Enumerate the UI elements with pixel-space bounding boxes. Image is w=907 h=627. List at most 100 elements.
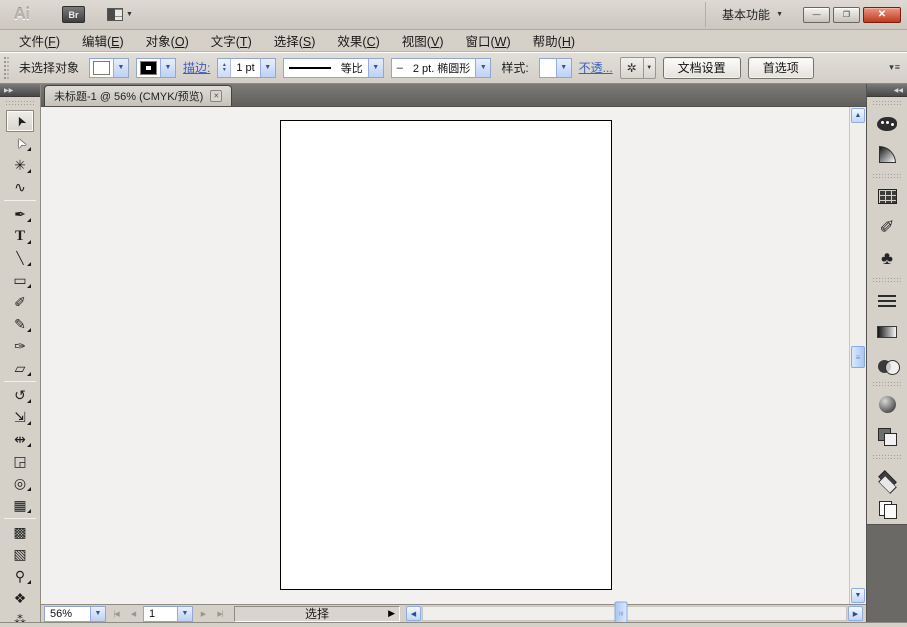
close-tab-icon[interactable]: ✕ (210, 90, 222, 102)
arrange-documents-button[interactable]: ▼ (107, 8, 133, 21)
panel-button-color-guide[interactable] (870, 139, 904, 170)
panel-button-layers[interactable] (870, 462, 904, 493)
magic-wand-tool[interactable]: ✳ (6, 154, 34, 176)
scale-tool-icon: ⇲ (14, 410, 26, 424)
select-similar-button[interactable]: ✲ ▼ (620, 57, 656, 79)
shape-builder-tool[interactable]: ◎ (6, 472, 34, 494)
control-bar-grip[interactable] (4, 57, 9, 79)
brush-definition-dropdown[interactable]: – 2 pt. 椭圆形 ▼ (391, 58, 492, 78)
horizontal-scrollbar-track[interactable]: ≡ (422, 606, 847, 621)
vertical-scrollbar[interactable]: ▲ ≡ ▼ (849, 107, 866, 604)
menu-item-s[interactable]: 选择(S) (263, 29, 327, 52)
free-transform-tool[interactable]: ◲ (6, 450, 34, 472)
status-menu-arrow-icon[interactable]: ▶ (388, 608, 395, 619)
fill-color-dropdown[interactable]: ▼ (89, 58, 129, 78)
stroke-weight-combo[interactable]: ▲ ▼ 1 pt ▼ (217, 58, 275, 78)
blob-brush-tool[interactable]: ✑ (6, 335, 34, 357)
scroll-down-icon[interactable]: ▼ (851, 588, 865, 603)
line-segment-tool[interactable]: ╲ (6, 247, 34, 269)
menu-item-c[interactable]: 效果(C) (326, 29, 390, 52)
stroke-panel-link[interactable]: 描边: (183, 59, 210, 76)
symbol-sprayer-tool[interactable]: ⁂ (6, 609, 34, 622)
type-tool[interactable]: T (6, 225, 34, 247)
lasso-tool[interactable]: ∿ (6, 176, 34, 198)
vertical-scrollbar-thumb[interactable]: ≡ (851, 346, 865, 368)
control-panel-menu-icon[interactable]: ▾≡ (889, 62, 903, 73)
stroke-weight-stepper[interactable]: ▲ ▼ (218, 59, 231, 77)
status-display: 选择 ▶ (234, 606, 400, 622)
chevron-down-icon: ▼ (368, 59, 383, 77)
type-tool-icon: T (15, 229, 25, 244)
menu-item-f[interactable]: 文件(F) (8, 29, 71, 52)
panel-button-artboards[interactable] (870, 493, 904, 524)
brushes-icon: ✐ (879, 217, 894, 238)
scroll-left-icon[interactable]: ◀ (406, 606, 421, 621)
tools-panel-grip[interactable] (5, 100, 35, 105)
artboard[interactable] (280, 120, 612, 590)
scroll-up-icon[interactable]: ▲ (851, 108, 865, 123)
select-similar-options-arrow[interactable]: ▼ (643, 58, 655, 78)
dock-header[interactable]: ◀◀ (867, 84, 907, 97)
rotate-tool[interactable]: ↺ (6, 384, 34, 406)
pencil-tool[interactable]: ✎ (6, 313, 34, 335)
minimize-button[interactable]: — (803, 7, 830, 23)
horizontal-scrollbar[interactable]: ◀ ≡ ▶ (406, 606, 863, 622)
menu-item-w[interactable]: 窗口(W) (454, 29, 521, 52)
style-dropdown[interactable]: ▼ (539, 58, 572, 78)
scale-tool[interactable]: ⇲ (6, 406, 34, 428)
rectangle-tool[interactable]: ▭ (6, 269, 34, 291)
width-tool[interactable]: ⇹ (6, 428, 34, 450)
last-artboard-button[interactable]: ▶| (213, 607, 227, 621)
spinner-down-icon: ▼ (222, 68, 227, 73)
restore-button[interactable]: ❐ (833, 7, 860, 23)
eraser-tool[interactable]: ▱ (6, 357, 34, 379)
window-controls: — ❐ ✕ (803, 7, 901, 23)
opacity-link[interactable]: 不透... (579, 59, 613, 76)
dock-grip[interactable] (872, 100, 902, 105)
scroll-right-icon[interactable]: ▶ (848, 606, 863, 621)
panel-button-swatches[interactable] (870, 181, 904, 212)
canvas[interactable]: ▲ ≡ ▼ (41, 107, 866, 604)
tools-panel-header[interactable]: ▶▶ (0, 84, 40, 97)
menu-item-t[interactable]: 文字(T) (200, 29, 263, 52)
next-artboard-button[interactable]: ▶ (196, 607, 210, 621)
eraser-tool-icon: ▱ (15, 361, 26, 375)
chevron-down-icon: ▼ (776, 11, 783, 18)
menu-item-v[interactable]: 视图(V) (391, 29, 455, 52)
panel-button-stroke[interactable] (870, 285, 904, 316)
pen-tool[interactable]: ✒ (6, 203, 34, 225)
menu-item-e[interactable]: 编辑(E) (71, 29, 135, 52)
panel-button-transparency[interactable] (870, 347, 904, 378)
document-setup-button[interactable]: 文档设置 (663, 57, 741, 79)
panel-button-graphic-styles[interactable] (870, 420, 904, 451)
document-tab[interactable]: 未标题-1 @ 56% (CMYK/预览) ✕ (44, 85, 232, 106)
gradient-tool[interactable]: ▧ (6, 543, 34, 565)
panel-button-appearance[interactable] (870, 389, 904, 420)
dock-separator (872, 173, 902, 178)
first-artboard-button[interactable]: |◀ (109, 607, 123, 621)
workspace-switcher[interactable]: 基本功能 ▼ (705, 2, 793, 27)
bridge-button[interactable]: Br (62, 6, 85, 23)
zoom-level-dropdown[interactable]: 56% ▼ (44, 606, 106, 622)
panel-button-brushes[interactable]: ✐ (870, 212, 904, 243)
chevron-down-icon: ▼ (160, 59, 175, 77)
menu-item-o[interactable]: 对象(O) (135, 29, 200, 52)
panel-button-symbols[interactable]: ♣ (870, 243, 904, 274)
blend-tool[interactable]: ❖ (6, 587, 34, 609)
eyedropper-tool[interactable]: ⚲ (6, 565, 34, 587)
direct-selection-tool[interactable]: ➤ (6, 132, 34, 154)
paintbrush-tool[interactable]: ✐ (6, 291, 34, 313)
perspective-grid-tool[interactable]: ▦ (6, 494, 34, 516)
width-profile-dropdown[interactable]: 等比 ▼ (283, 58, 384, 78)
mesh-tool[interactable]: ▩ (6, 521, 34, 543)
previous-artboard-button[interactable]: ◀ (126, 607, 140, 621)
preferences-button[interactable]: 首选项 (748, 57, 814, 79)
stroke-color-dropdown[interactable]: ▼ (136, 58, 176, 78)
panel-button-color[interactable] (870, 108, 904, 139)
close-button[interactable]: ✕ (863, 7, 901, 23)
menu-item-h[interactable]: 帮助(H) (522, 29, 586, 52)
artboard-number-dropdown[interactable]: 1 ▼ (143, 606, 193, 622)
expand-panel-icon: ▶▶ (4, 87, 13, 94)
panel-button-gradient[interactable] (870, 316, 904, 347)
selection-tool[interactable]: ➤ (6, 110, 34, 132)
